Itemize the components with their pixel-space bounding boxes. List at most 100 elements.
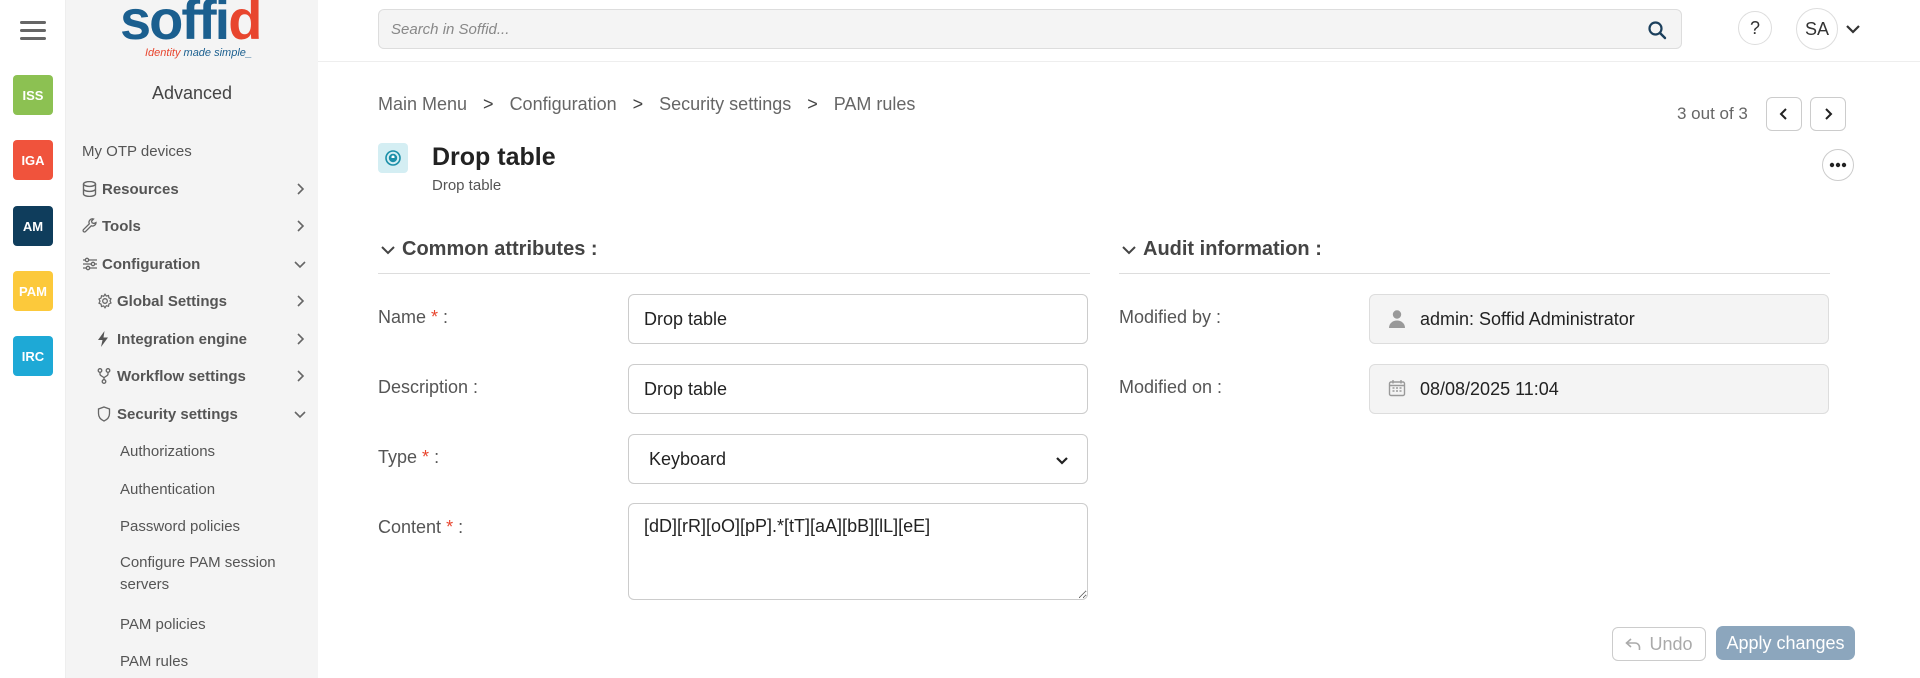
sidebar-item-label: PAM policies [120, 615, 206, 633]
sidebar-item-label: Security settings [117, 405, 238, 423]
undo-label: Undo [1649, 633, 1693, 654]
modified-on-label: Modified on : [1119, 377, 1223, 397]
chevron-left-icon [1779, 108, 1787, 120]
page-title: Drop table [432, 143, 556, 171]
undo-button[interactable]: Undo [1612, 627, 1706, 661]
description-input[interactable] [628, 364, 1088, 414]
previous-record-button[interactable] [1766, 97, 1802, 131]
chevron-right-icon [297, 333, 305, 345]
chevron-right-icon [297, 220, 305, 232]
breadcrumb-main-menu[interactable]: Main Menu [378, 94, 467, 115]
user-avatar[interactable]: SA [1796, 8, 1838, 50]
undo-icon [1625, 638, 1641, 650]
sidebar-item-pam-policies[interactable]: PAM policies [120, 609, 318, 639]
sidebar-item-resources[interactable]: Resources [82, 174, 318, 204]
sidebar-item-authorizations[interactable]: Authorizations [120, 436, 318, 466]
sidebar-item-global-settings[interactable]: Global Settings [97, 286, 318, 316]
required-mark: * [431, 307, 439, 327]
chevron-right-icon [297, 370, 305, 382]
sidebar-item-authentication[interactable]: Authentication [120, 474, 318, 504]
rail-irc-button[interactable]: IRC [13, 336, 53, 376]
required-mark: * [422, 447, 430, 467]
sidebar-item-label: PAM rules [120, 652, 189, 670]
help-button[interactable]: ? [1738, 11, 1772, 45]
user-icon [1388, 309, 1408, 329]
chevron-right-icon [297, 183, 305, 195]
common-attributes-section-toggle[interactable]: Common attributes : [378, 238, 1090, 274]
pager-count: 3 out of 3 [1677, 104, 1748, 123]
chevron-down-icon[interactable] [1844, 20, 1862, 38]
logo-wordmark-end: d [228, 0, 262, 51]
label-suffix: : [429, 447, 440, 467]
breadcrumb-security-settings[interactable]: Security settings [659, 94, 791, 115]
name-input[interactable] [628, 294, 1088, 344]
top-bar: ? SA [318, 0, 1920, 62]
sidebar-item-workflow-settings[interactable]: Workflow settings [97, 361, 318, 391]
modified-by-field: admin: Soffid Administrator [1369, 294, 1829, 344]
rail-iga-button[interactable]: IGA [13, 140, 53, 180]
rail-am-button[interactable]: AM [13, 206, 53, 246]
label-suffix: : [438, 307, 449, 327]
soffid-logo[interactable]: soffid Identity made simple_ [118, 0, 268, 62]
chevron-down-icon [1056, 457, 1068, 465]
sidebar-item-integration-engine[interactable]: Integration engine [97, 324, 318, 354]
breadcrumb-configuration[interactable]: Configuration [510, 94, 617, 115]
sidebar-item-label: Tools [102, 217, 141, 235]
database-icon [82, 181, 102, 197]
sidebar-item-my-otp-devices[interactable]: My OTP devices [82, 136, 318, 166]
modified-on-field: 08/08/2025 11:04 [1369, 364, 1829, 414]
label-text: Name [378, 307, 427, 327]
search-input[interactable] [379, 10, 1681, 48]
apply-changes-button[interactable]: Apply changes [1716, 626, 1855, 660]
breadcrumb-separator: > [632, 94, 644, 114]
sidebar-item-label: Password policies [120, 517, 241, 535]
type-select[interactable]: Keyboard [628, 434, 1088, 484]
sidebar-item-label: Global Settings [117, 292, 228, 310]
type-selected-value: Keyboard [649, 448, 727, 469]
more-options-button[interactable] [1822, 149, 1854, 181]
chevron-down-icon [1122, 246, 1136, 255]
rail-iss-button[interactable]: ISS [13, 75, 53, 115]
sidebar-item-configuration[interactable]: Configuration [82, 249, 318, 279]
shield-icon [97, 406, 117, 422]
breadcrumb-pam-rules[interactable]: PAM rules [834, 94, 916, 115]
pam-rule-icon [378, 143, 408, 173]
next-record-button[interactable] [1810, 97, 1846, 131]
section-title: Common attributes : [402, 238, 598, 260]
sidebar-item-pam-rules[interactable]: PAM rules [120, 646, 318, 676]
sidebar: soffid Identity made simple_ Advanced My… [66, 0, 318, 678]
sidebar-item-password-policies[interactable]: Password policies [120, 511, 318, 541]
wrench-icon [82, 218, 102, 234]
modified-on-value: 08/08/2025 11:04 [1420, 378, 1559, 399]
rail-pam-button[interactable]: PAM [13, 271, 53, 311]
workflow-icon [97, 368, 117, 384]
sidebar-item-label: Configuration [102, 255, 201, 273]
sidebar-item-label: My OTP devices [82, 142, 192, 160]
sliders-icon [82, 257, 102, 271]
sidebar-item-tools[interactable]: Tools [82, 211, 318, 241]
sidebar-item-configure-pam-session-servers[interactable]: Configure PAM session servers [120, 552, 290, 598]
audit-information-section-toggle[interactable]: Audit information : [1119, 238, 1830, 274]
sidebar-item-label: Authentication [120, 480, 216, 498]
content-textarea[interactable]: [dD][rR][oO][pP].*[tT][aA][bB][lL][eE] [628, 503, 1088, 600]
type-label: Type * : [378, 447, 439, 468]
chevron-right-icon [297, 295, 305, 307]
section-title: Audit information : [1143, 238, 1322, 260]
hamburger-menu-icon[interactable] [20, 21, 46, 41]
sidebar-item-security-settings[interactable]: Security settings [97, 399, 318, 429]
label-text: Type [378, 447, 418, 467]
bolt-icon [97, 331, 117, 347]
content-label: Content * : [378, 517, 463, 538]
ellipsis-icon [1829, 162, 1847, 168]
breadcrumb: Main Menu > Configuration > Security set… [378, 94, 915, 115]
breadcrumb-separator: > [807, 94, 818, 114]
console-mode-label: Advanced [151, 83, 233, 103]
calendar-icon [1388, 379, 1408, 399]
sidebar-item-label: Configure PAM session servers [120, 554, 276, 593]
search-icon[interactable] [1647, 20, 1667, 40]
logo-tagline-start: Identity [145, 47, 181, 59]
breadcrumb-separator: > [483, 94, 494, 114]
app-rail: ISS IGA AM PAM IRC [0, 0, 66, 678]
label-suffix: : [453, 517, 464, 537]
logo-wordmark: soffi [120, 0, 230, 51]
